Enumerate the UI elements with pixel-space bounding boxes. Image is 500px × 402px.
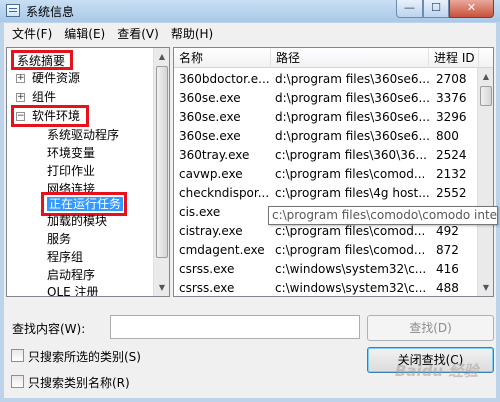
cell-path: c:\windows\system32\c...	[275, 281, 427, 295]
cell-pid: 872	[436, 243, 459, 257]
tree-item-system-drivers[interactable]: 系统驱动程序	[47, 126, 119, 144]
table-row[interactable]: 360bdoctor.e... d:\program files\360se6..…	[174, 70, 478, 89]
cell-path: c:\windows\system32\c...	[275, 262, 427, 276]
tree-scrollbar[interactable]: ▲ ▼	[153, 48, 169, 296]
tree-item-services[interactable]: 服务	[47, 230, 71, 248]
cell-name: cistray.exe	[179, 224, 243, 238]
app-window: 系统信息 — ☐ ✕ 文件(F) 编辑(E) 查看(V) 帮助(H) 系统摘要 …	[0, 0, 500, 402]
cell-name: 360se.exe	[179, 129, 241, 143]
path-tooltip: c:\program files\comodo\comodo inter	[268, 206, 498, 225]
menu-edit[interactable]: 编辑(E)	[58, 25, 111, 42]
cell-pid: 3376	[436, 91, 467, 105]
cell-pid: 800	[436, 129, 459, 143]
cell-path: d:\program files\360se6...	[275, 129, 430, 143]
close-button[interactable]: ✕	[449, 0, 494, 18]
tree-item-loaded-modules[interactable]: 加载的模块	[47, 212, 107, 230]
scroll-up-icon[interactable]: ▲	[154, 48, 169, 65]
table-row[interactable]: csrss.exe c:\windows\system32\c... 488	[174, 279, 478, 296]
highlight-box	[11, 105, 89, 127]
cell-pid: 488	[436, 281, 459, 295]
menu-help[interactable]: 帮助(H)	[165, 25, 219, 42]
checkbox-selected-category[interactable]	[11, 349, 24, 362]
cell-name: cavwp.exe	[179, 167, 243, 181]
cell-path: c:\program files\360\36...	[275, 148, 427, 162]
expand-icon[interactable]: +	[16, 74, 25, 83]
cell-path: c:\program files\comod...	[275, 243, 426, 257]
cell-name: 360tray.exe	[179, 148, 250, 162]
checkbox-category-names-label: 只搜索类别名称(R)	[28, 376, 130, 390]
cell-path: c:\program files\comod...	[275, 167, 426, 181]
checkbox-selected-category-label: 只搜索所选的类别(S)	[28, 350, 141, 364]
menu-file[interactable]: 文件(F)	[4, 25, 58, 42]
table-row[interactable]: checkndispor... c:\program files\4g host.…	[174, 184, 478, 203]
tree-item-program-groups[interactable]: 程序组	[47, 248, 83, 266]
system-info-icon	[6, 4, 20, 17]
cell-name: 360se.exe	[179, 110, 241, 124]
cell-name: cmdagent.exe	[179, 243, 265, 257]
cell-pid: 2552	[436, 186, 467, 200]
list-scrollbar[interactable]: ▲ ▼	[477, 68, 493, 296]
scroll-down-icon[interactable]: ▼	[154, 279, 169, 296]
cell-path: d:\program files\360se6...	[275, 91, 430, 105]
scroll-thumb[interactable]	[156, 66, 168, 258]
cell-path: d:\program files\360se6...	[275, 72, 430, 86]
table-row[interactable]: cavwp.exe c:\program files\comod... 2132	[174, 165, 478, 184]
tree-item-ole[interactable]: OLE 注册	[47, 283, 99, 296]
scroll-up-icon[interactable]: ▲	[478, 68, 493, 85]
tree-item-startup[interactable]: 启动程序	[47, 266, 95, 284]
find-input[interactable]	[110, 315, 360, 339]
table-row[interactable]: 360se.exe d:\program files\360se6... 800	[174, 127, 478, 146]
cell-name: csrss.exe	[179, 281, 235, 295]
highlight-box	[11, 50, 73, 70]
table-row[interactable]: 360se.exe d:\program files\360se6... 3376	[174, 89, 478, 108]
table-row[interactable]: cmdagent.exe c:\program files\comod... 872	[174, 241, 478, 260]
scroll-down-icon[interactable]: ▼	[478, 279, 493, 296]
table-row[interactable]: 360se.exe d:\program files\360se6... 3296	[174, 108, 478, 127]
column-name[interactable]: 名称	[174, 48, 271, 68]
menu-view[interactable]: 查看(V)	[111, 25, 165, 42]
find-button[interactable]: 查找(D)	[367, 315, 494, 341]
scroll-thumb[interactable]	[480, 86, 492, 106]
maximize-button[interactable]: ☐	[423, 0, 449, 18]
cell-path: c:\program files\4g host...	[275, 186, 430, 200]
cell-pid: 3296	[436, 110, 467, 124]
category-tree: 系统摘要 + 硬件资源 + 组件 − 软件环境 系统驱动程序 环境变量 打印作业…	[6, 47, 170, 297]
cell-name: 360bdoctor.e...	[179, 72, 270, 86]
cell-name: cis.exe	[179, 205, 221, 219]
find-label: 查找内容(W):	[12, 322, 86, 336]
cell-pid: 2708	[436, 72, 467, 86]
menu-bar: 文件(F) 编辑(E) 查看(V) 帮助(H)	[4, 23, 496, 43]
tree-item-env-vars[interactable]: 环境变量	[47, 144, 95, 162]
cell-name: csrss.exe	[179, 262, 235, 276]
cell-pid: 2132	[436, 167, 467, 181]
expand-icon[interactable]: +	[16, 93, 25, 102]
list-header: 名称 路径 进程 ID	[174, 48, 493, 68]
tree-item-print-jobs[interactable]: 打印作业	[47, 162, 95, 180]
cell-pid: 2524	[436, 148, 467, 162]
cell-name: checkndispor...	[179, 186, 270, 200]
tree-item-hardware[interactable]: 硬件资源	[32, 69, 80, 87]
checkbox-category-names[interactable]	[11, 375, 24, 388]
table-row[interactable]: csrss.exe c:\windows\system32\c... 416	[174, 260, 478, 279]
task-list: 名称 路径 进程 ID 360bdoctor.e... d:\program fi…	[173, 47, 494, 297]
watermark: Baidu 经验	[395, 362, 479, 380]
window-title: 系统信息	[26, 5, 75, 19]
cell-name: 360se.exe	[179, 91, 241, 105]
tree-item-components[interactable]: 组件	[32, 88, 56, 106]
column-path[interactable]: 路径	[271, 48, 429, 68]
column-pid[interactable]: 进程 ID	[429, 48, 479, 68]
cell-path: d:\program files\360se6...	[275, 110, 430, 124]
title-bar[interactable]: 系统信息 — ☐ ✕	[0, 0, 500, 22]
minimize-button[interactable]: —	[396, 0, 423, 18]
cell-pid: 416	[436, 262, 459, 276]
table-row[interactable]: 360tray.exe c:\program files\360\36... 252…	[174, 146, 478, 165]
